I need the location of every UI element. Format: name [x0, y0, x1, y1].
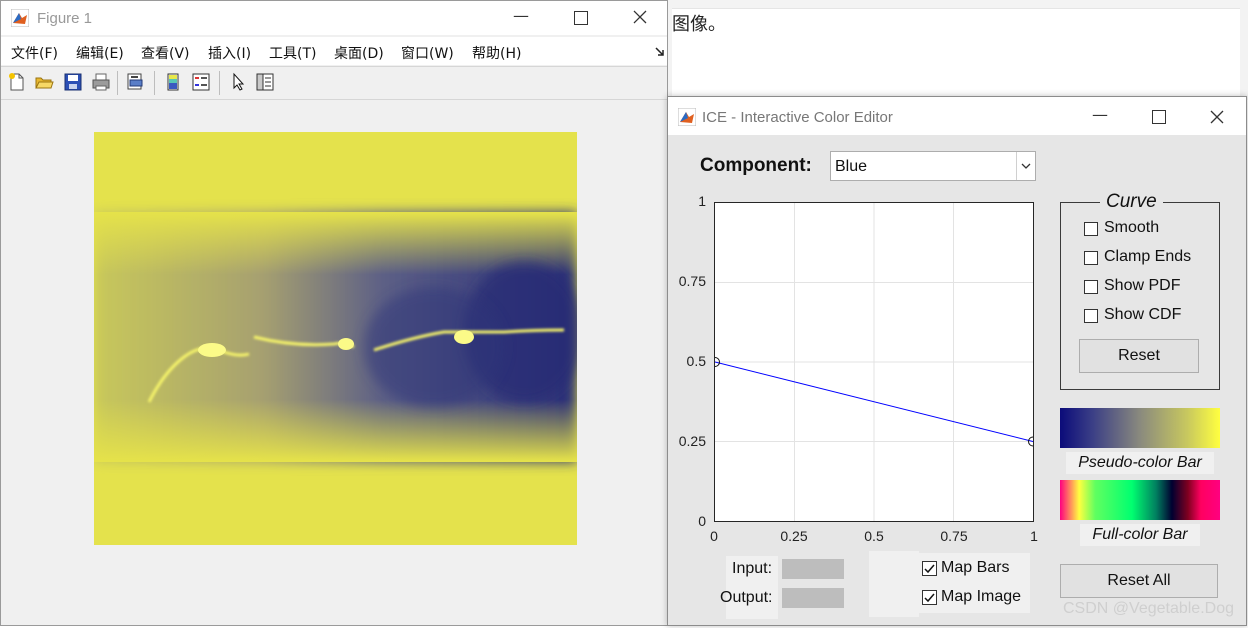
smooth-label: Smooth	[1104, 219, 1160, 236]
x-tick-label: 1	[1030, 528, 1038, 544]
ice-title: ICE - Interactive Color Editor	[702, 109, 893, 126]
clamp-ends-label: Clamp Ends	[1104, 248, 1192, 265]
colorbar-icon[interactable]	[163, 72, 183, 92]
x-tick-label: 0.25	[780, 528, 808, 544]
curve-axes[interactable]	[714, 202, 1034, 522]
toolbar-separator	[219, 71, 220, 95]
output-value-field	[782, 588, 844, 608]
curve-plot[interactable]	[715, 203, 1033, 521]
ice-titlebar[interactable]: ICE - Interactive Color Editor —	[668, 97, 1246, 135]
menu-window[interactable]: 窗口(W)	[401, 43, 454, 63]
new-file-icon[interactable]	[7, 72, 27, 92]
watermark: CSDN @Vegetable.Dog	[1063, 600, 1234, 617]
map-image-checkbox[interactable]	[922, 590, 937, 605]
background-document-text: 图像。	[672, 14, 726, 35]
map-image-label: Map Image	[941, 588, 1022, 605]
show-cdf-checkbox[interactable]	[1084, 309, 1098, 323]
menu-file[interactable]: 文件(F)	[11, 43, 58, 63]
figure-titlebar[interactable]: Figure 1 —	[1, 1, 667, 35]
x-tick-label: 0.75	[940, 528, 968, 544]
x-tick-label: 0.5	[864, 528, 884, 544]
matlab-logo-icon	[11, 9, 29, 27]
pseudo-color-bar[interactable]	[1060, 408, 1220, 448]
curve-panel-title: Curve	[1100, 191, 1163, 213]
component-select-value: Blue	[835, 158, 868, 175]
menu-edit[interactable]: 编辑(E)	[76, 43, 124, 63]
pseudo-color-bar-label: Pseudo-color Bar	[1066, 452, 1214, 474]
y-tick-label: 0.75	[678, 273, 706, 289]
close-button[interactable]	[633, 10, 647, 24]
figure-window: Figure 1 — 文件(F) 编辑(E) 查看(V) 插入(I) 工具(T)…	[0, 0, 668, 626]
y-tick-label: 0	[698, 513, 706, 529]
input-label: Input:	[732, 560, 773, 577]
figure-title: Figure 1	[37, 10, 93, 27]
figure-toolbar	[1, 66, 667, 100]
input-value-field	[782, 559, 844, 579]
full-color-bar-label: Full-color Bar	[1080, 524, 1200, 546]
component-label: Component:	[700, 155, 812, 176]
dock-arrow-icon[interactable]	[655, 47, 665, 57]
map-bars-checkbox[interactable]	[922, 561, 937, 576]
menu-view[interactable]: 查看(V)	[141, 43, 190, 63]
menu-tools[interactable]: 工具(T)	[269, 43, 316, 63]
property-inspector-icon[interactable]	[255, 72, 275, 92]
close-button[interactable]	[1210, 110, 1224, 124]
reset-all-button[interactable]: Reset All	[1060, 564, 1218, 598]
minimize-button[interactable]: —	[513, 6, 529, 25]
print-icon[interactable]	[91, 72, 111, 92]
x-tick-label: 0	[710, 528, 718, 544]
open-folder-icon[interactable]	[34, 72, 54, 92]
smooth-checkbox[interactable]	[1084, 222, 1098, 236]
y-tick-label: 1	[698, 193, 706, 209]
component-select[interactable]: Blue	[830, 151, 1036, 181]
background-document-panel	[672, 8, 1240, 101]
save-icon[interactable]	[63, 72, 83, 92]
show-pdf-label: Show PDF	[1104, 277, 1181, 294]
full-color-bar[interactable]	[1060, 480, 1220, 520]
reset-button[interactable]: Reset	[1079, 339, 1199, 373]
show-pdf-checkbox[interactable]	[1084, 280, 1098, 294]
maximize-button[interactable]	[574, 11, 588, 25]
figure-menubar: 文件(F) 编辑(E) 查看(V) 插入(I) 工具(T) 桌面(D) 窗口(W…	[1, 37, 667, 65]
menu-insert[interactable]: 插入(I)	[208, 43, 251, 63]
minimize-button[interactable]: —	[1092, 105, 1108, 124]
y-tick-label: 0.5	[686, 353, 706, 369]
ice-window: ICE - Interactive Color Editor — Compone…	[667, 96, 1247, 626]
output-label: Output:	[720, 589, 773, 606]
legend-icon[interactable]	[191, 72, 211, 92]
clamp-ends-checkbox[interactable]	[1084, 251, 1098, 265]
blank-panel	[869, 551, 919, 617]
y-tick-label: 0.25	[678, 433, 706, 449]
show-cdf-label: Show CDF	[1104, 306, 1182, 323]
print-preview-icon[interactable]	[125, 72, 145, 92]
pseudocolor-image	[94, 132, 577, 545]
map-bars-label: Map Bars	[941, 559, 1010, 576]
maximize-button[interactable]	[1152, 110, 1166, 124]
toolbar-separator	[154, 71, 155, 95]
pointer-icon[interactable]	[229, 72, 249, 92]
matlab-logo-icon	[678, 108, 696, 126]
menu-desktop[interactable]: 桌面(D)	[334, 43, 384, 63]
toolbar-separator	[117, 71, 118, 95]
menu-help[interactable]: 帮助(H)	[472, 43, 521, 63]
chevron-down-icon[interactable]	[1016, 152, 1035, 180]
